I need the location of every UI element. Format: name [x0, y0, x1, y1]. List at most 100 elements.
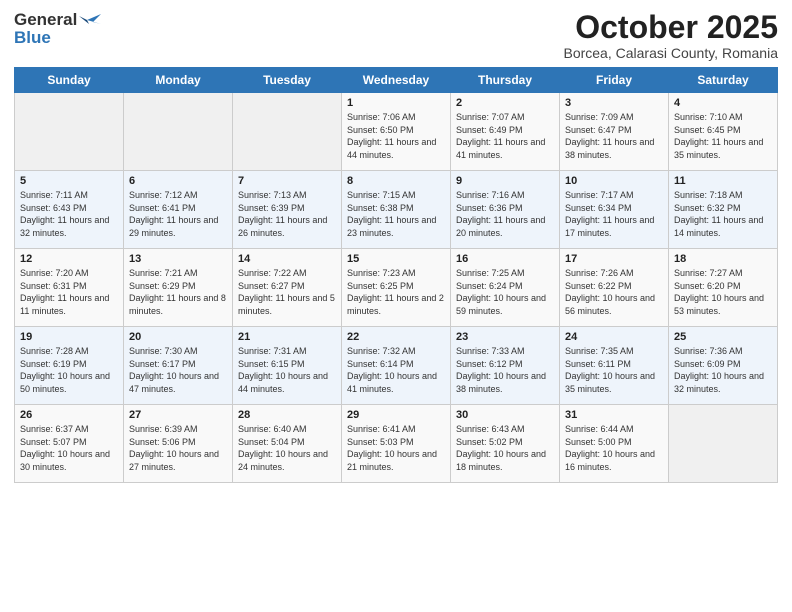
calendar-cell: 7 Sunrise: 7:13 AMSunset: 6:39 PMDaylight… — [233, 171, 342, 249]
calendar-cell: 25 Sunrise: 7:36 AMSunset: 6:09 PMDayligh… — [669, 327, 778, 405]
calendar-cell: 1 Sunrise: 7:06 AMSunset: 6:50 PMDaylight… — [342, 93, 451, 171]
location-subtitle: Borcea, Calarasi County, Romania — [563, 45, 778, 61]
day-info: Sunrise: 7:22 AMSunset: 6:27 PMDaylight:… — [238, 267, 336, 317]
week-row-3: 12 Sunrise: 7:20 AMSunset: 6:31 PMDayligh… — [15, 249, 778, 327]
calendar-cell: 2 Sunrise: 7:07 AMSunset: 6:49 PMDaylight… — [451, 93, 560, 171]
calendar-cell: 16Sunrise: 7:25 AMSunset: 6:24 PMDayligh… — [451, 249, 560, 327]
day-info: Sunrise: 7:27 AMSunset: 6:20 PMDaylight:… — [674, 267, 772, 317]
week-row-2: 5Sunrise: 7:11 AMSunset: 6:43 PMDaylight… — [15, 171, 778, 249]
calendar-cell: 28Sunrise: 6:40 AMSunset: 5:04 PMDayligh… — [233, 405, 342, 483]
day-number: 14 — [238, 253, 336, 265]
calendar-cell — [233, 93, 342, 171]
day-info: Sunrise: 7:26 AMSunset: 6:22 PMDaylight:… — [565, 267, 663, 317]
day-header-tuesday: Tuesday — [233, 68, 342, 93]
day-number: 15 — [347, 253, 445, 265]
calendar-cell: 9 Sunrise: 7:16 AMSunset: 6:36 PMDaylight… — [451, 171, 560, 249]
day-number: 25 — [674, 331, 772, 343]
day-header-friday: Friday — [560, 68, 669, 93]
day-info: Sunrise: 7:36 AMSunset: 6:09 PMDaylight:… — [674, 345, 772, 395]
day-number: 1 — [347, 97, 445, 109]
calendar-cell: 23 Sunrise: 7:33 AMSunset: 6:12 PMDayligh… — [451, 327, 560, 405]
page: General Blue October 2025 Borcea, Calara… — [0, 0, 792, 612]
day-info: Sunrise: 6:40 AMSunset: 5:04 PMDaylight:… — [238, 423, 336, 473]
day-info: Sunrise: 7:31 AMSunset: 6:15 PMDaylight:… — [238, 345, 336, 395]
calendar-cell: 13Sunrise: 7:21 AMSunset: 6:29 PMDayligh… — [124, 249, 233, 327]
calendar-cell: 21 Sunrise: 7:31 AMSunset: 6:15 PMDayligh… — [233, 327, 342, 405]
day-number: 4 — [674, 97, 772, 109]
day-number: 19 — [20, 331, 118, 343]
calendar-cell: 14 Sunrise: 7:22 AMSunset: 6:27 PMDayligh… — [233, 249, 342, 327]
logo-bird-icon — [79, 12, 101, 28]
day-header-monday: Monday — [124, 68, 233, 93]
calendar-cell: 31 Sunrise: 6:44 AMSunset: 5:00 PMDayligh… — [560, 405, 669, 483]
calendar-cell — [124, 93, 233, 171]
calendar-cell: 22 Sunrise: 7:32 AMSunset: 6:14 PMDayligh… — [342, 327, 451, 405]
day-info: Sunrise: 7:30 AMSunset: 6:17 PMDaylight:… — [129, 345, 227, 395]
calendar-cell: 17Sunrise: 7:26 AMSunset: 6:22 PMDayligh… — [560, 249, 669, 327]
day-number: 23 — [456, 331, 554, 343]
calendar-cell: 27 Sunrise: 6:39 AMSunset: 5:06 PMDayligh… — [124, 405, 233, 483]
calendar-cell: 26Sunrise: 6:37 AMSunset: 5:07 PMDayligh… — [15, 405, 124, 483]
calendar-cell: 12 Sunrise: 7:20 AMSunset: 6:31 PMDayligh… — [15, 249, 124, 327]
day-info: Sunrise: 7:18 AMSunset: 6:32 PMDaylight:… — [674, 189, 772, 239]
day-number: 20 — [129, 331, 227, 343]
calendar-cell: 29 Sunrise: 6:41 AMSunset: 5:03 PMDayligh… — [342, 405, 451, 483]
logo: General Blue — [14, 10, 101, 48]
day-number: 27 — [129, 409, 227, 421]
day-number: 31 — [565, 409, 663, 421]
day-info: Sunrise: 7:12 AMSunset: 6:41 PMDaylight:… — [129, 189, 227, 239]
day-info: Sunrise: 7:13 AMSunset: 6:39 PMDaylight:… — [238, 189, 336, 239]
calendar-cell: 19Sunrise: 7:28 AMSunset: 6:19 PMDayligh… — [15, 327, 124, 405]
day-number: 6 — [129, 175, 227, 187]
day-number: 18 — [674, 253, 772, 265]
day-number: 7 — [238, 175, 336, 187]
month-title: October 2025 — [563, 10, 778, 45]
calendar-cell: 10Sunrise: 7:17 AMSunset: 6:34 PMDayligh… — [560, 171, 669, 249]
calendar-cell: 8Sunrise: 7:15 AMSunset: 6:38 PMDaylight… — [342, 171, 451, 249]
week-row-1: 1 Sunrise: 7:06 AMSunset: 6:50 PMDaylight… — [15, 93, 778, 171]
day-number: 3 — [565, 97, 663, 109]
day-info: Sunrise: 6:41 AMSunset: 5:03 PMDaylight:… — [347, 423, 445, 473]
day-number: 9 — [456, 175, 554, 187]
day-number: 22 — [347, 331, 445, 343]
day-info: Sunrise: 7:15 AMSunset: 6:38 PMDaylight:… — [347, 189, 445, 239]
day-info: Sunrise: 7:17 AMSunset: 6:34 PMDaylight:… — [565, 189, 663, 239]
day-info: Sunrise: 7:07 AMSunset: 6:49 PMDaylight:… — [456, 111, 554, 161]
day-info: Sunrise: 7:23 AMSunset: 6:25 PMDaylight:… — [347, 267, 445, 317]
calendar-cell: 5Sunrise: 7:11 AMSunset: 6:43 PMDaylight… — [15, 171, 124, 249]
day-number: 2 — [456, 97, 554, 109]
day-header-saturday: Saturday — [669, 68, 778, 93]
day-number: 30 — [456, 409, 554, 421]
day-info: Sunrise: 7:16 AMSunset: 6:36 PMDaylight:… — [456, 189, 554, 239]
day-number: 24 — [565, 331, 663, 343]
calendar-header-row: SundayMondayTuesdayWednesdayThursdayFrid… — [15, 68, 778, 93]
day-info: Sunrise: 7:20 AMSunset: 6:31 PMDaylight:… — [20, 267, 118, 317]
day-info: Sunrise: 6:43 AMSunset: 5:02 PMDaylight:… — [456, 423, 554, 473]
calendar-table: SundayMondayTuesdayWednesdayThursdayFrid… — [14, 67, 778, 483]
calendar-cell — [669, 405, 778, 483]
day-number: 12 — [20, 253, 118, 265]
day-info: Sunrise: 7:06 AMSunset: 6:50 PMDaylight:… — [347, 111, 445, 161]
day-info: Sunrise: 7:32 AMSunset: 6:14 PMDaylight:… — [347, 345, 445, 395]
day-info: Sunrise: 7:09 AMSunset: 6:47 PMDaylight:… — [565, 111, 663, 161]
logo-blue: Blue — [14, 28, 51, 48]
day-number: 11 — [674, 175, 772, 187]
day-number: 21 — [238, 331, 336, 343]
week-row-5: 26Sunrise: 6:37 AMSunset: 5:07 PMDayligh… — [15, 405, 778, 483]
calendar-cell: 6 Sunrise: 7:12 AMSunset: 6:41 PMDaylight… — [124, 171, 233, 249]
calendar-cell: 18 Sunrise: 7:27 AMSunset: 6:20 PMDayligh… — [669, 249, 778, 327]
day-number: 29 — [347, 409, 445, 421]
calendar-cell — [15, 93, 124, 171]
day-info: Sunrise: 7:25 AMSunset: 6:24 PMDaylight:… — [456, 267, 554, 317]
logo-general: General — [14, 10, 77, 30]
day-info: Sunrise: 7:33 AMSunset: 6:12 PMDaylight:… — [456, 345, 554, 395]
day-info: Sunrise: 6:37 AMSunset: 5:07 PMDaylight:… — [20, 423, 118, 473]
day-header-wednesday: Wednesday — [342, 68, 451, 93]
day-info: Sunrise: 6:44 AMSunset: 5:00 PMDaylight:… — [565, 423, 663, 473]
calendar-cell: 15 Sunrise: 7:23 AMSunset: 6:25 PMDayligh… — [342, 249, 451, 327]
calendar-cell: 4Sunrise: 7:10 AMSunset: 6:45 PMDaylight… — [669, 93, 778, 171]
day-info: Sunrise: 6:39 AMSunset: 5:06 PMDaylight:… — [129, 423, 227, 473]
day-header-sunday: Sunday — [15, 68, 124, 93]
day-info: Sunrise: 7:11 AMSunset: 6:43 PMDaylight:… — [20, 189, 118, 239]
calendar-cell: 30 Sunrise: 6:43 AMSunset: 5:02 PMDayligh… — [451, 405, 560, 483]
